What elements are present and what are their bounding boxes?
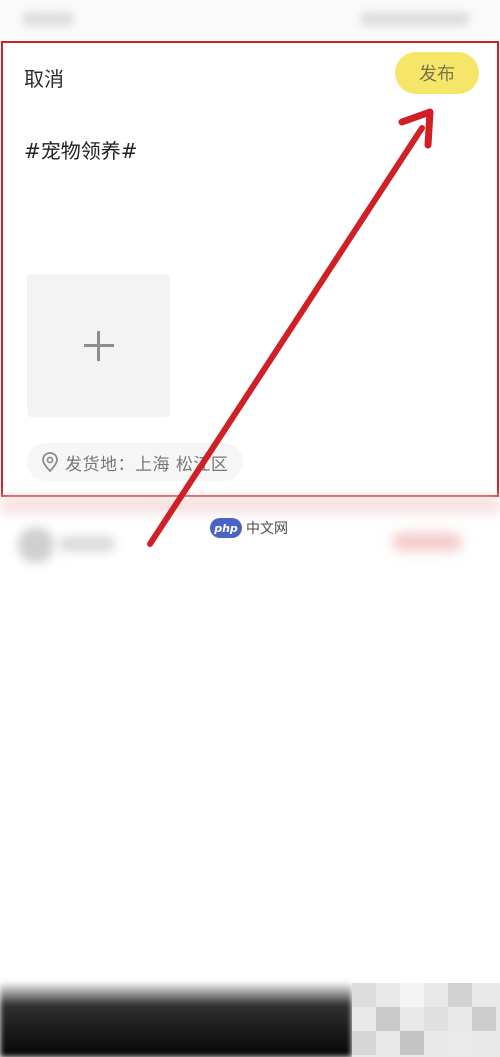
add-photo-button[interactable] bbox=[27, 274, 170, 417]
status-bar bbox=[0, 0, 500, 40]
pixelated-corner bbox=[352, 983, 500, 1057]
cancel-button[interactable]: 取消 bbox=[24, 63, 64, 92]
location-label: 发货地：上海 松江区 bbox=[65, 454, 229, 475]
watermark-logo: php bbox=[210, 518, 242, 538]
watermark-logo-text: php bbox=[214, 521, 238, 535]
compose-panel: 取消 发布 #宠物领养# 发货地：上海 松江区 bbox=[1, 41, 499, 497]
watermark-text: 中文网 bbox=[246, 521, 288, 537]
location-pin-icon bbox=[42, 452, 58, 472]
screen: 取消 发布 #宠物领养# 发货地：上海 松江区 php 中文网 bbox=[0, 0, 500, 1057]
publish-button[interactable]: 发布 bbox=[395, 52, 479, 94]
blurred-avatar bbox=[18, 527, 54, 563]
panel-shadow bbox=[0, 497, 500, 513]
status-bar-blurred-time bbox=[22, 12, 74, 26]
blurred-username bbox=[58, 536, 116, 552]
plus-icon-vertical bbox=[97, 331, 100, 361]
bottom-navigation-bar bbox=[0, 983, 352, 1057]
watermark: php 中文网 bbox=[210, 516, 288, 540]
status-bar-blurred-icons bbox=[360, 12, 470, 26]
post-text-input[interactable]: #宠物领养# bbox=[24, 135, 138, 164]
blurred-action bbox=[392, 533, 462, 551]
location-chip[interactable]: 发货地：上海 松江区 bbox=[27, 443, 243, 481]
